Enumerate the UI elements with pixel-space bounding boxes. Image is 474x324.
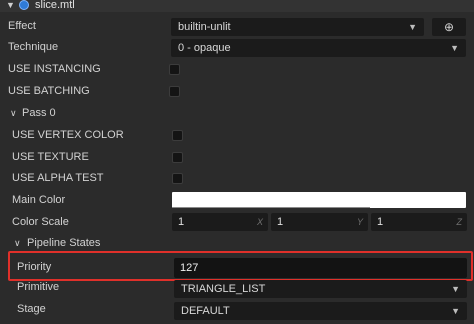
primitive-select[interactable]: TRIANGLE_LIST ▼	[174, 280, 467, 298]
use-texture-checkbox[interactable]	[172, 152, 183, 163]
use-alpha-test-label: USE ALPHA TEST	[12, 172, 104, 184]
chevron-down-icon: ▼	[451, 284, 460, 294]
pass-0-section[interactable]: ∨ Pass 0	[0, 103, 474, 125]
use-alpha-test-checkbox[interactable]	[172, 173, 183, 184]
color-scale-y-value: 1	[277, 216, 284, 228]
color-scale-x-value: 1	[178, 216, 185, 228]
pass-0-label: Pass 0	[22, 107, 56, 119]
primitive-value: TRIANGLE_LIST	[181, 283, 266, 295]
use-vertex-color-row: USE VERTEX COLOR	[0, 125, 474, 147]
alpha-bar	[172, 207, 370, 208]
crosshair-icon: ⊕	[443, 20, 455, 34]
priority-input[interactable]: 127	[174, 258, 467, 278]
effect-select[interactable]: builtin-unlit ▼	[171, 18, 424, 36]
primitive-label: Primitive	[17, 281, 60, 293]
use-batching-checkbox[interactable]	[169, 86, 180, 97]
x-axis-label: X	[256, 217, 263, 227]
inspector-panel: ▼ slice.mtl Effect builtin-unlit ▼ ⊕ Tec…	[0, 0, 474, 324]
y-axis-label: Y	[356, 217, 363, 227]
priority-label: Priority	[17, 261, 52, 273]
locate-effect-button[interactable]: ⊕	[432, 18, 466, 36]
chevron-down-icon[interactable]: ∨	[10, 108, 17, 119]
use-instancing-row: USE INSTANCING	[0, 59, 474, 81]
color-scale-x-input[interactable]: 1 X	[172, 213, 268, 231]
technique-select[interactable]: 0 - opaque ▼	[171, 39, 466, 57]
chevron-down-icon: ▼	[408, 22, 417, 32]
material-file-icon	[19, 0, 29, 10]
color-scale-label: Color Scale	[12, 216, 69, 228]
use-texture-row: USE TEXTURE	[0, 147, 474, 169]
primitive-row: Primitive TRIANGLE_LIST ▼	[0, 277, 474, 299]
effect-value: builtin-unlit	[178, 21, 231, 33]
technique-label: Technique	[8, 41, 59, 53]
priority-row: Priority 127	[0, 255, 474, 278]
use-batching-row: USE BATCHING	[0, 81, 474, 103]
pipeline-states-label: Pipeline States	[27, 237, 101, 249]
use-vertex-color-label: USE VERTEX COLOR	[12, 129, 124, 141]
stage-select[interactable]: DEFAULT ▼	[174, 302, 467, 320]
stage-value: DEFAULT	[181, 305, 230, 317]
main-color-swatch[interactable]	[172, 192, 466, 208]
use-instancing-label: USE INSTANCING	[8, 63, 101, 75]
use-vertex-color-checkbox[interactable]	[172, 130, 183, 141]
technique-value: 0 - opaque	[178, 42, 231, 54]
stage-label: Stage	[17, 303, 46, 315]
chevron-down-icon: ▼	[451, 306, 460, 316]
use-batching-label: USE BATCHING	[8, 85, 90, 97]
chevron-down-icon[interactable]: ∨	[14, 238, 21, 249]
effect-label: Effect	[8, 20, 36, 32]
use-texture-label: USE TEXTURE	[12, 151, 89, 163]
z-axis-label: Z	[456, 217, 463, 227]
color-scale-row: Color Scale 1 X 1 Y 1 Z	[0, 210, 474, 232]
use-alpha-test-row: USE ALPHA TEST	[0, 168, 474, 190]
color-scale-z-value: 1	[377, 216, 384, 228]
color-scale-y-input[interactable]: 1 Y	[271, 213, 368, 231]
chevron-down-icon: ▼	[450, 43, 459, 53]
color-scale-z-input[interactable]: 1 Z	[371, 213, 467, 231]
main-color-row: Main Color	[0, 190, 474, 212]
stage-row: Stage DEFAULT ▼	[0, 299, 474, 321]
technique-row: Technique 0 - opaque ▼	[0, 37, 474, 59]
use-instancing-checkbox[interactable]	[169, 64, 180, 75]
chevron-down-icon[interactable]: ▼	[6, 0, 15, 10]
asset-header[interactable]: ▼ slice.mtl	[0, 0, 474, 12]
main-color-label: Main Color	[12, 194, 66, 206]
asset-title: slice.mtl	[35, 0, 75, 11]
effect-row: Effect builtin-unlit ▼ ⊕	[0, 16, 474, 38]
priority-value: 127	[180, 262, 199, 274]
